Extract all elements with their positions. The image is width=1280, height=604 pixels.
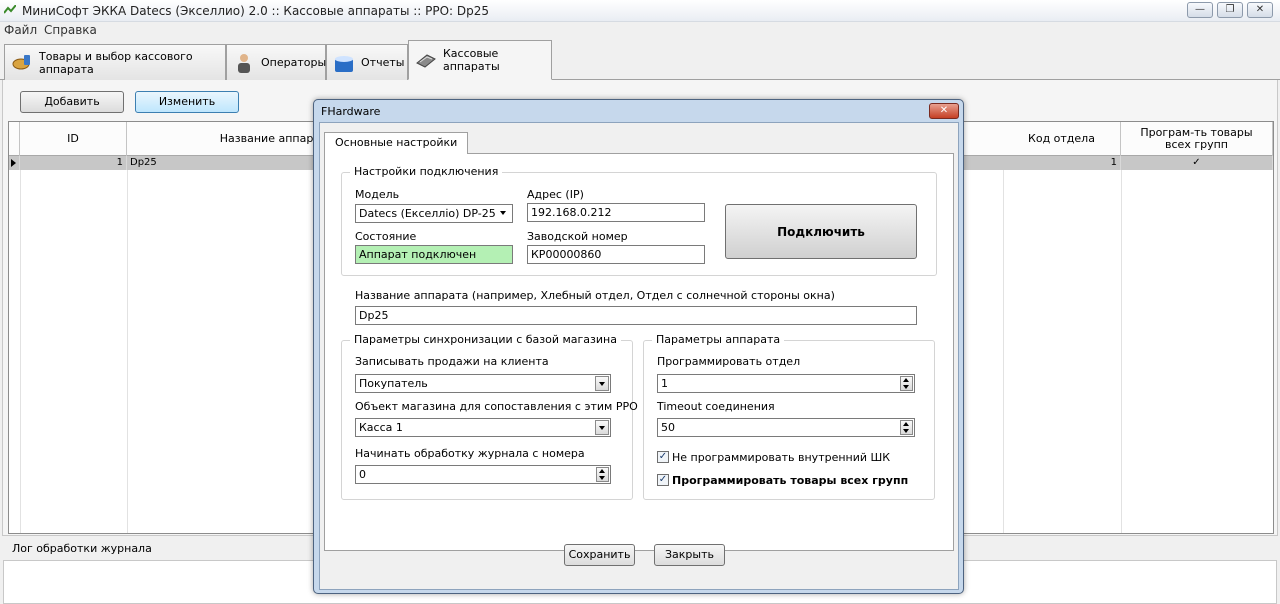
column-header-dept-code[interactable]: Код отдела	[1003, 122, 1121, 156]
column-divider	[1003, 170, 1004, 533]
device-params-group: Параметры аппарата Программировать отдел…	[643, 333, 935, 500]
tab-cash-registers-label: Кассовые аппараты	[443, 47, 500, 73]
connect-button[interactable]: Подключить	[725, 204, 917, 259]
box-icon	[333, 52, 355, 74]
cell-program-all[interactable]: ✓	[1121, 156, 1273, 170]
model-label: Модель	[355, 188, 400, 201]
menubar: Файл Справка	[0, 22, 1280, 38]
tab-operators[interactable]: Операторы	[226, 44, 326, 80]
journal-start-spinner[interactable]: 0	[355, 465, 611, 484]
model-select-value: Datecs (Екселліо) DP-25	[359, 207, 496, 220]
device-params-group-title: Параметры аппарата	[652, 333, 785, 346]
device-name-label: Название аппарата (например, Хлебный отд…	[355, 289, 835, 302]
add-button[interactable]: Добавить	[20, 91, 124, 113]
cell-dept-code[interactable]: 1	[1003, 156, 1121, 170]
spinner-arrows-icon[interactable]	[900, 420, 913, 435]
column-header-id[interactable]: ID	[20, 122, 127, 156]
spinner-arrows-icon[interactable]	[596, 467, 609, 482]
no-barcode-checkbox[interactable]: ✓	[657, 451, 669, 463]
store-object-select[interactable]: Касса 1	[355, 418, 611, 437]
store-object-value: Касса 1	[359, 421, 403, 434]
connection-group: Настройки подключения Модель Datecs (Екс…	[341, 165, 937, 276]
row-indicator-cell	[9, 156, 20, 170]
window-titlebar: МиниСофт ЭККА Datecs (Экселлио) 2.0 :: К…	[0, 0, 1280, 22]
chevron-down-icon[interactable]	[595, 376, 609, 391]
tab-reports[interactable]: Отчеты	[326, 44, 408, 80]
journal-start-value: 0	[359, 468, 366, 481]
program-all-label: Программировать товары всех групп	[672, 474, 909, 487]
timeout-label: Timeout соединения	[657, 400, 775, 413]
sync-group-title: Параметры синхронизации с базой магазина	[350, 333, 621, 346]
program-all-checkbox[interactable]: ✓	[657, 474, 669, 486]
sales-client-select[interactable]: Покупатель	[355, 374, 611, 393]
journal-start-label: Начинать обработку журнала с номера	[355, 447, 585, 460]
cash-register-icon	[415, 49, 437, 71]
sales-client-value: Покупатель	[359, 377, 428, 390]
program-dept-value: 1	[661, 377, 668, 390]
save-button[interactable]: Сохранить	[564, 544, 635, 566]
close-button[interactable]: ✕	[1247, 2, 1273, 18]
state-field: Аппарат подключен	[355, 245, 513, 264]
column-header-program-all[interactable]: Програм-ть товары всех групп	[1121, 122, 1273, 156]
fhardware-dialog: FHardware ✕ Основные настройки Настройки…	[313, 99, 964, 594]
maximize-button[interactable]: ❐	[1217, 2, 1243, 18]
timeout-spinner[interactable]: 50	[657, 418, 915, 437]
state-label: Состояние	[355, 230, 417, 243]
chevron-down-icon[interactable]	[595, 420, 609, 435]
chevron-down-icon[interactable]	[497, 206, 511, 221]
column-divider	[20, 170, 21, 533]
main-tabs: Товары и выбор кассового аппарата Операт…	[0, 40, 1280, 80]
column-divider	[127, 170, 128, 533]
tab-reports-label: Отчеты	[361, 56, 405, 69]
app-logo-icon	[4, 5, 16, 14]
bread-icon	[11, 52, 33, 74]
tab-goods[interactable]: Товары и выбор кассового аппарата	[4, 44, 226, 80]
address-input[interactable]: 192.168.0.212	[527, 203, 705, 222]
cell-id[interactable]: 1	[20, 156, 127, 170]
serial-input[interactable]: КР00000860	[527, 245, 705, 264]
dialog-close-bottom-button[interactable]: Закрыть	[654, 544, 725, 566]
minimize-button[interactable]: —	[1187, 2, 1213, 18]
menu-file[interactable]: Файл	[4, 23, 37, 37]
row-header-cell	[9, 122, 20, 156]
spinner-arrows-icon[interactable]	[900, 376, 913, 391]
log-label: Лог обработки журнала	[12, 542, 152, 555]
no-barcode-label: Не программировать внутренний ШК	[672, 451, 891, 464]
device-name-input[interactable]: Dp25	[355, 306, 917, 325]
address-label: Адрес (IP)	[527, 188, 584, 201]
basic-settings-page: Настройки подключения Модель Datecs (Екс…	[324, 153, 954, 551]
tab-cash-registers[interactable]: Кассовые аппараты	[408, 40, 552, 80]
connection-group-title: Настройки подключения	[350, 165, 503, 178]
row-pointer-icon	[11, 159, 16, 167]
column-divider	[1121, 170, 1122, 533]
person-icon	[233, 52, 255, 74]
store-object-label: Объект магазина для сопоставления с этим…	[355, 400, 638, 413]
sales-client-label: Записывать продажи на клиента	[355, 355, 549, 368]
dialog-close-button[interactable]: ✕	[929, 103, 959, 119]
edit-button[interactable]: Изменить	[135, 91, 239, 113]
tab-operators-label: Операторы	[261, 56, 327, 69]
tab-basic-settings[interactable]: Основные настройки	[324, 132, 469, 154]
serial-label: Заводской номер	[527, 230, 628, 243]
tab-goods-label: Товары и выбор кассового аппарата	[39, 49, 193, 76]
dialog-title: FHardware	[321, 105, 381, 118]
window-title: МиниСофт ЭККА Datecs (Экселлио) 2.0 :: К…	[22, 4, 490, 18]
sync-group: Параметры синхронизации с базой магазина…	[341, 333, 638, 500]
dialog-body: Основные настройки Настройки подключения…	[319, 122, 959, 590]
model-select[interactable]: Datecs (Екселліо) DP-25	[355, 204, 513, 223]
program-dept-label: Программировать отдел	[657, 355, 801, 368]
timeout-value: 50	[661, 421, 675, 434]
program-dept-spinner[interactable]: 1	[657, 374, 915, 393]
menu-help[interactable]: Справка	[44, 23, 97, 37]
